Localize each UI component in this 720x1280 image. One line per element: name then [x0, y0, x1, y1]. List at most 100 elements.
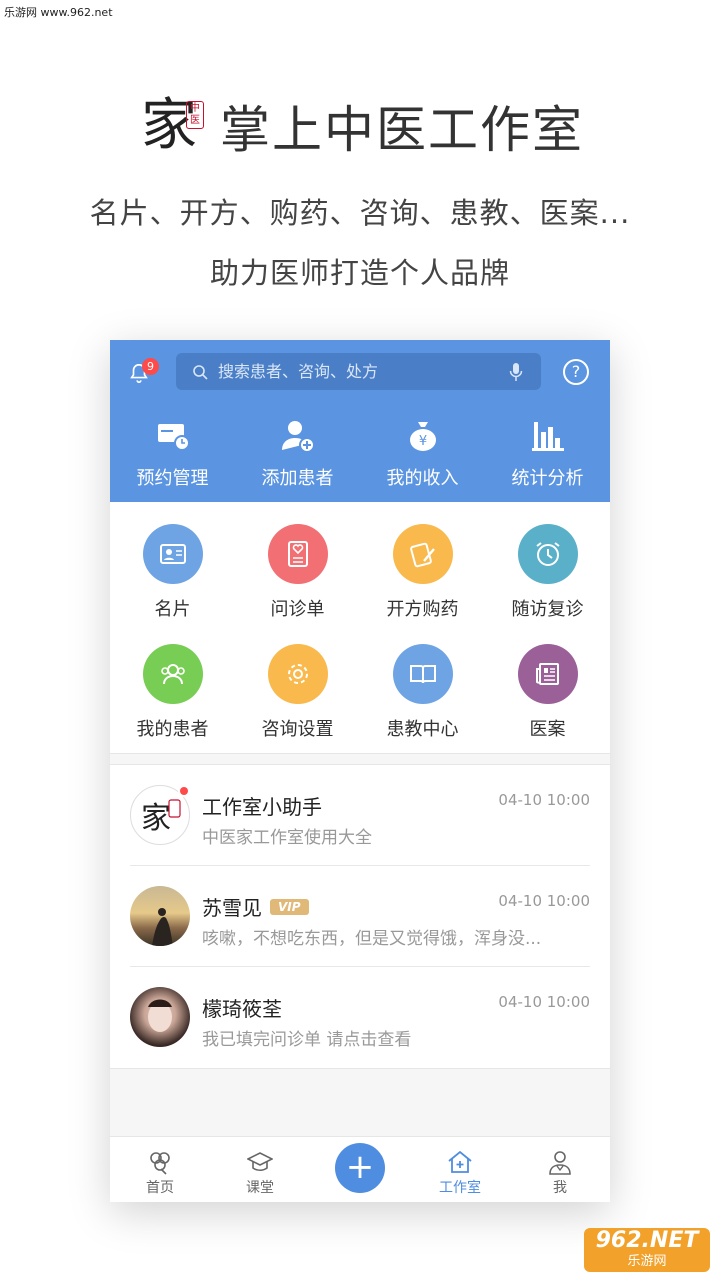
sender-name: 苏雪见 [202, 896, 262, 920]
help-button[interactable]: ? [563, 359, 589, 385]
tab-label: 课堂 [246, 1180, 274, 1196]
add-user-icon [281, 421, 315, 453]
sender-name: 工作室小助手 [202, 795, 322, 819]
message-time: 04-10 10:00 [498, 791, 590, 809]
site-logo: 962.NET 乐游网 [584, 1228, 710, 1272]
grid-label: 开方购药 [386, 599, 459, 620]
message-name: 工作室小助手 [202, 791, 322, 820]
tab-home[interactable]: 首页 [110, 1137, 210, 1202]
tab-label: 工作室 [439, 1180, 481, 1196]
patient-avatar [130, 886, 190, 946]
alarm-clock-icon [535, 542, 560, 566]
message-time: 04-10 10:00 [498, 892, 590, 910]
grid-consultation-settings[interactable]: 咨询设置 [235, 644, 360, 764]
promo-title-row: 家 中医 掌上中医工作室 [0, 90, 720, 162]
message-preview: 咳嗽，不想吃东西，但是又觉得饿，浑身没... [202, 929, 542, 949]
grid-circle [142, 644, 203, 704]
tab-add: + [310, 1137, 410, 1202]
search-bar[interactable] [176, 353, 541, 390]
promo-banner: 家 中医 掌上中医工作室 名片、开方、购药、咨询、患教、医案... 助力医师打造… [0, 90, 720, 292]
newspaper-icon [535, 663, 559, 685]
message-list: 家 工作室小助手 04-10 10:00 中医家工作室使用大全 苏雪见 VIP 0… [110, 764, 610, 1069]
tab-course[interactable]: 课堂 [210, 1137, 310, 1202]
quick-label: 我的收入 [386, 468, 459, 489]
portrait-icon [148, 999, 172, 1032]
search-icon [193, 364, 208, 380]
grid-circle [392, 644, 453, 704]
bar-chart-icon [531, 422, 564, 451]
tab-me[interactable]: 我 [510, 1137, 610, 1202]
top-bar: 9 ? [110, 340, 610, 402]
quick-label: 添加患者 [261, 468, 334, 489]
house-plus-icon [448, 1150, 472, 1173]
sender-name: 檬琦筱荃 [202, 997, 282, 1021]
message-name: 檬琦筱荃 [202, 993, 282, 1022]
graduation-cap-icon [247, 1152, 273, 1172]
svg-text:¥: ¥ [418, 434, 426, 449]
quick-add-patient[interactable]: 添加患者 [235, 402, 360, 502]
vip-badge: VIP [270, 898, 309, 915]
grid-label: 随访复诊 [511, 599, 584, 620]
quick-label: 统计分析 [511, 468, 584, 489]
grid-prescription[interactable]: 开方购药 [360, 524, 485, 644]
grid-medical-cases[interactable]: 医案 [485, 644, 610, 764]
app-screen: 9 ? 预约管理 添加患者 ¥ 我的收入 统计分析 [110, 340, 610, 1202]
quick-actions: 预约管理 添加患者 ¥ 我的收入 统计分析 [110, 402, 610, 502]
grid-label: 我的患者 [136, 719, 209, 740]
grid-patient-education[interactable]: 患教中心 [360, 644, 485, 764]
watermark-text: 乐游网 www.962.net [4, 6, 113, 19]
money-bag-icon: ¥ [409, 422, 436, 451]
quick-label: 预约管理 [136, 468, 209, 489]
grid-label: 问诊单 [270, 599, 325, 620]
logo-seal: 中医 [186, 101, 204, 129]
tab-label: 我 [553, 1180, 567, 1196]
grid-circle [392, 524, 453, 584]
app-logo: 家 中医 [136, 91, 204, 161]
woman-silhouette-icon [152, 908, 173, 946]
clover-icon [150, 1152, 170, 1175]
unread-dot [178, 785, 190, 797]
message-item[interactable]: 苏雪见 VIP 04-10 10:00 咳嗽，不想吃东西，但是又觉得饿，浑身没..… [130, 866, 590, 967]
grid-consultation-form[interactable]: 问诊单 [235, 524, 360, 644]
grid-circle [517, 644, 578, 704]
grid-label: 名片 [154, 599, 191, 620]
message-preview: 中医家工作室使用大全 [202, 828, 372, 848]
notification-badge: 9 [142, 358, 159, 375]
message-preview: 我已填完问诊单 请点击查看 [202, 1030, 412, 1050]
quick-statistics[interactable]: 统计分析 [485, 402, 610, 502]
feature-grid: 名片 问诊单 开方购药 随访复诊 我的患者 咨询设置 患教中心 医案 [110, 502, 610, 754]
promo-title: 掌上中医工作室 [220, 101, 584, 159]
patients-icon [160, 664, 185, 685]
app-header: 9 ? 预约管理 添加患者 ¥ 我的收入 统计分析 [110, 340, 610, 502]
tab-label: 首页 [146, 1180, 174, 1196]
grid-label: 咨询设置 [261, 719, 334, 740]
quick-my-income[interactable]: ¥ 我的收入 [360, 402, 485, 502]
calendar-clock-icon [157, 424, 190, 451]
doctor-icon [549, 1151, 571, 1175]
message-item[interactable]: 檬琦筱荃 04-10 10:00 我已填完问诊单 请点击查看 [130, 967, 590, 1068]
avatar-logo-char: 家 [141, 801, 171, 836]
book-icon [409, 665, 436, 684]
heart-form-icon [287, 541, 308, 567]
grid-my-patients[interactable]: 我的患者 [110, 644, 235, 764]
microphone-icon[interactable] [509, 362, 523, 382]
add-button[interactable]: + [335, 1143, 385, 1193]
tab-bar: 首页 课堂 + 工作室 我 [110, 1136, 610, 1202]
card-icon [159, 544, 186, 564]
grid-circle [142, 524, 203, 584]
search-input[interactable] [218, 362, 509, 381]
quick-appointment-management[interactable]: 预约管理 [110, 402, 235, 502]
grid-circle [267, 644, 328, 704]
grid-circle [267, 524, 328, 584]
site-logo-subtext: 乐游网 [627, 1254, 667, 1269]
gear-icon [287, 664, 308, 684]
message-time: 04-10 10:00 [498, 993, 590, 1011]
prescription-icon [409, 542, 435, 568]
tab-studio[interactable]: 工作室 [410, 1137, 510, 1202]
message-item[interactable]: 家 工作室小助手 04-10 10:00 中医家工作室使用大全 [130, 765, 590, 866]
grid-business-card[interactable]: 名片 [110, 524, 235, 644]
patient-avatar [130, 987, 190, 1047]
grid-follow-up[interactable]: 随访复诊 [485, 524, 610, 644]
promo-subtitle-features: 名片、开方、购药、咨询、患教、医案... [89, 196, 631, 230]
grid-circle [517, 524, 578, 584]
